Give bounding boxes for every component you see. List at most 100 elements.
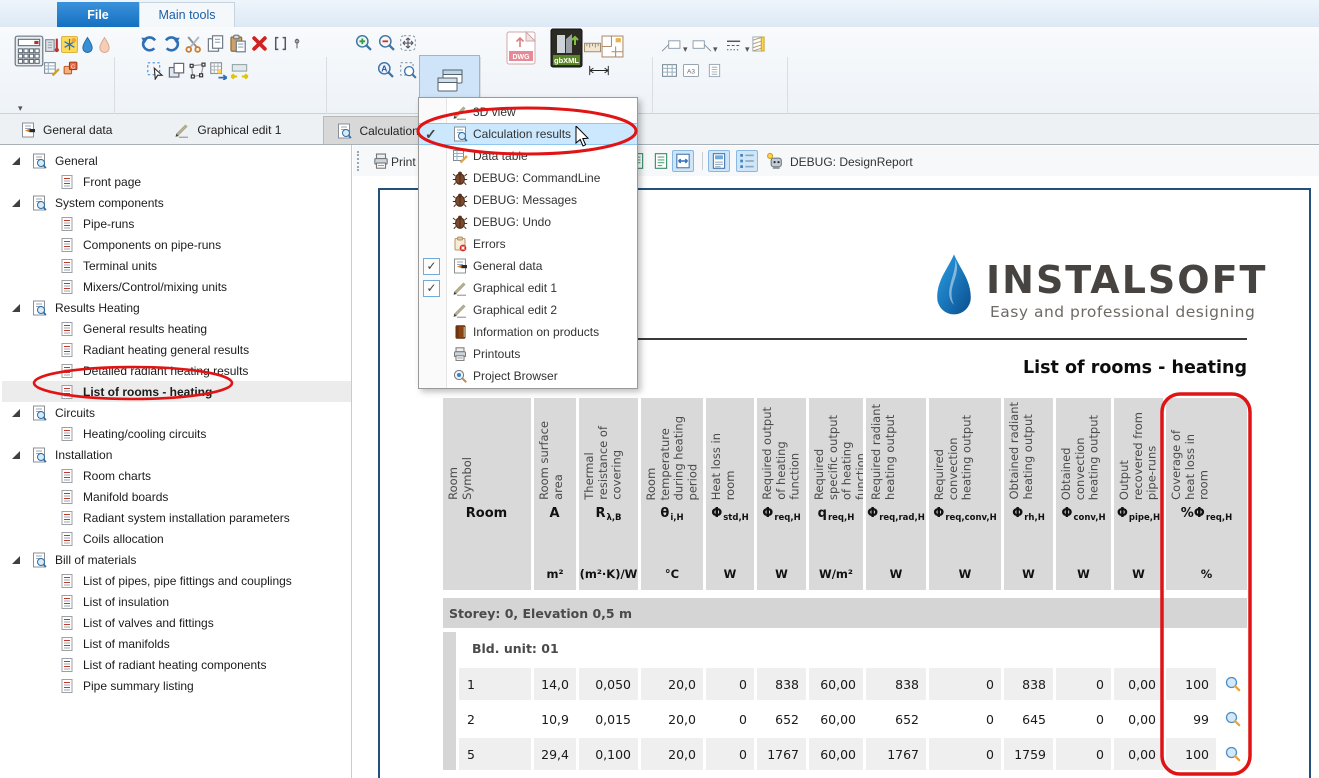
page-continuous-icon[interactable] (650, 150, 672, 172)
dropdown-caret-icon[interactable]: ▾ (745, 44, 750, 55)
zoom-region-icon[interactable] (399, 61, 417, 79)
tree-item-detailed-radiant-heating-results[interactable]: Detailed radiant heating results (2, 360, 351, 381)
tree-item-general[interactable]: General (2, 150, 351, 171)
tree-item-coils-allocation[interactable]: Coils allocation (2, 528, 351, 549)
gbxml-import-icon[interactable]: gbXML (550, 28, 583, 68)
select-brackets-icon[interactable] (272, 34, 289, 53)
zoom-in-icon[interactable] (355, 34, 373, 52)
tree-item-components-on-pipe-runs[interactable]: Components on pipe-runs (2, 234, 351, 255)
select-dashed-icon[interactable] (146, 61, 165, 80)
print-button[interactable]: Print (391, 155, 416, 169)
menu-item-data-table[interactable]: Data table (419, 145, 637, 167)
pan-hand-icon[interactable] (399, 34, 417, 52)
toolbar-drag-handle[interactable] (357, 151, 360, 171)
tree-item-results-heating[interactable]: Results Heating (2, 297, 351, 318)
tree-item-mixers-control-mixing-units[interactable]: Mixers/Control/mixing units (2, 276, 351, 297)
menu-item-information-on-products[interactable]: Information on products (419, 321, 637, 343)
menu-item-general-data[interactable]: ✓General data (419, 255, 637, 277)
expander-icon[interactable] (12, 157, 20, 165)
menu-item-graphical-edit-1[interactable]: ✓Graphical edit 1 (419, 277, 637, 299)
calculator-icon[interactable] (12, 31, 46, 71)
row-magnifier-button[interactable] (1219, 668, 1247, 700)
tree-item-pipe-runs[interactable]: Pipe-runs (2, 213, 351, 234)
page-preview-icon[interactable] (708, 150, 730, 172)
list-sheet-icon[interactable] (707, 62, 722, 79)
menu-item-errors[interactable]: Errors (419, 233, 637, 255)
tree-item-terminal-units[interactable]: Terminal units (2, 255, 351, 276)
file-tab[interactable]: File (57, 2, 139, 27)
doc-tab-graphical-edit-1[interactable]: Graphical edit 1 (162, 116, 293, 144)
print-icon[interactable] (370, 150, 392, 172)
tree-item-list-of-manifolds[interactable]: List of manifolds (2, 633, 351, 654)
tree-item-circuits[interactable]: Circuits (2, 402, 351, 423)
ruler-icon[interactable] (584, 42, 601, 53)
tree-item-list-of-radiant-heating-components[interactable]: List of radiant heating components (2, 654, 351, 675)
tree-item-front-page[interactable]: Front page (2, 171, 351, 192)
menu-item-project-browser[interactable]: Project Browser (419, 365, 637, 387)
expander-icon[interactable] (12, 304, 20, 312)
tree-item-list-of-pipes-pipe-fittings-and-couplings[interactable]: List of pipes, pipe fittings and couplin… (2, 570, 351, 591)
tree-item-general-results-heating[interactable]: General results heating (2, 318, 351, 339)
tree-item-radiant-system-installation-parameters[interactable]: Radiant system installation parameters (2, 507, 351, 528)
tree-item-heating-cooling-circuits[interactable]: Heating/cooling circuits (2, 423, 351, 444)
grid-move-icon[interactable] (209, 61, 228, 80)
tree-item-list-of-insulation[interactable]: List of insulation (2, 591, 351, 612)
undo-icon[interactable] (140, 34, 159, 53)
expander-icon[interactable] (12, 409, 20, 417)
doc-tab-general-data[interactable]: General data (8, 116, 124, 144)
zoom-font-icon[interactable]: A (377, 61, 395, 79)
tree-item-bill-of-materials[interactable]: Bill of materials (2, 549, 351, 570)
dropdown-caret-icon[interactable]: ▾ (683, 44, 688, 55)
menu-item-debug-undo[interactable]: DEBUG: Undo (419, 211, 637, 233)
water-drop-blue-icon[interactable] (80, 36, 95, 54)
expander-icon[interactable] (12, 556, 20, 564)
zoom-out-icon[interactable] (378, 34, 396, 52)
polygon-select-icon[interactable] (188, 61, 207, 80)
row-magnifier-button[interactable] (1219, 738, 1247, 770)
a3-sheet-icon[interactable]: A3 (682, 62, 700, 79)
table-grid-icon[interactable] (661, 62, 678, 79)
checked-checkbox[interactable]: ✓ (423, 258, 440, 275)
tree-item-manifold-boards[interactable]: Manifold boards (2, 486, 351, 507)
menu-item-printouts[interactable]: Printouts (419, 343, 637, 365)
menu-item-3d-view[interactable]: 3D view (419, 101, 637, 123)
table-edit-icon[interactable] (43, 60, 60, 77)
expander-icon[interactable] (12, 451, 20, 459)
expander-icon[interactable] (12, 199, 20, 207)
dropdown-caret-icon[interactable]: ▾ (713, 44, 718, 55)
duplicate-icon[interactable] (167, 61, 186, 80)
dimension-arrows-icon[interactable] (588, 64, 610, 77)
label-leader-left-icon[interactable] (661, 38, 682, 53)
tree-item-system-components[interactable]: System components (2, 192, 351, 213)
checked-checkbox[interactable]: ✓ (423, 280, 440, 297)
line-types-icon[interactable] (725, 38, 744, 53)
water-drop-pale-icon[interactable] (97, 36, 112, 54)
dwg-import-icon[interactable]: DWG (506, 30, 536, 66)
hatch-icon[interactable] (751, 35, 766, 53)
tree-item-installation[interactable]: Installation (2, 444, 351, 465)
copy-icon[interactable] (206, 34, 225, 53)
delete-icon[interactable] (250, 34, 269, 53)
snowflake-sun-icon[interactable] (61, 36, 78, 53)
component-copy-icon[interactable]: C (62, 60, 79, 77)
tree-item-radiant-heating-general-results[interactable]: Radiant heating general results (2, 339, 351, 360)
menu-item-graphical-edit-2[interactable]: Graphical edit 2 (419, 299, 637, 321)
floor-plan-icon[interactable] (601, 35, 624, 58)
menu-item-debug-messages[interactable]: DEBUG: Messages (419, 189, 637, 211)
tree-item-room-charts[interactable]: Room charts (2, 465, 351, 486)
scissors-icon[interactable] (184, 34, 203, 53)
building-thermometer-icon[interactable] (43, 36, 60, 53)
label-leader-right-icon[interactable] (691, 38, 712, 53)
tree-item-list-of-valves-and-fittings[interactable]: List of valves and fittings (2, 612, 351, 633)
row-magnifier-button[interactable] (1219, 703, 1247, 735)
redo-icon[interactable] (162, 34, 181, 53)
outline-view-icon[interactable] (736, 150, 758, 172)
pin-icon[interactable] (291, 34, 303, 53)
menu-item-calculation-results[interactable]: ✓Calculation results (419, 123, 637, 145)
main-tools-tab[interactable]: Main tools (139, 2, 235, 27)
paste-icon[interactable] (228, 34, 247, 53)
calculations-dropdown-caret[interactable]: ▾ (18, 103, 23, 114)
fit-width-icon[interactable] (672, 150, 694, 172)
spacing-arrows-icon[interactable] (230, 61, 249, 80)
tree-item-list-of-rooms-heating[interactable]: List of rooms - heating (2, 381, 351, 402)
